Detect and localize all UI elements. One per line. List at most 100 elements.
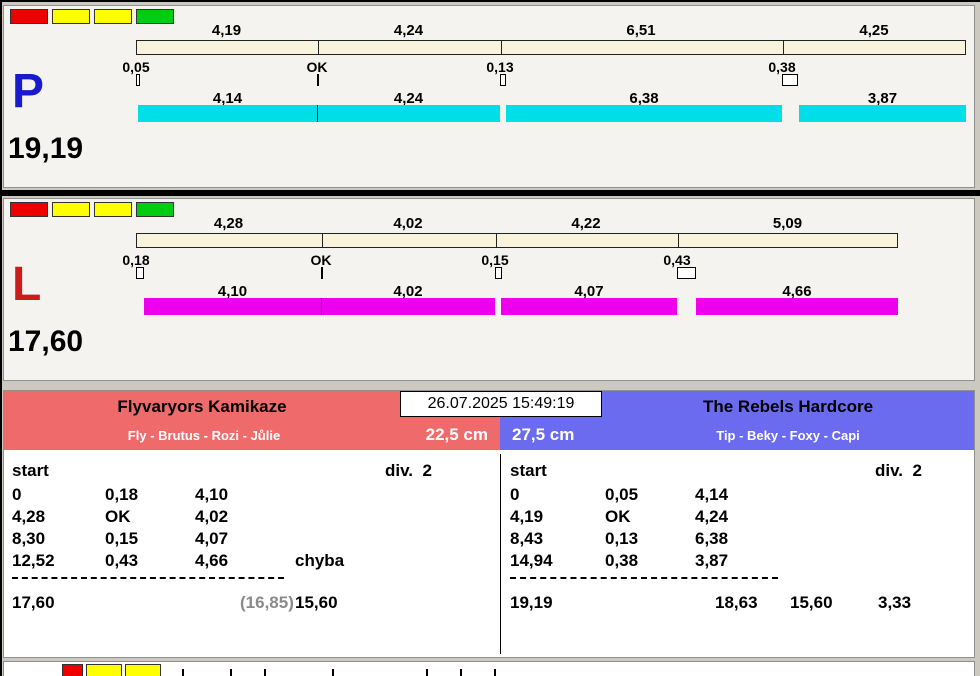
table-cell: 0,18	[105, 485, 139, 504]
timeline-tick	[182, 669, 184, 676]
lane-separator	[2, 190, 980, 196]
team-best-time: 15,60	[295, 593, 338, 612]
totals-separator	[12, 577, 284, 579]
split-timeline-bar	[136, 233, 898, 248]
table-cell: 4,66	[195, 551, 229, 570]
table-cell: 4,28	[12, 507, 46, 526]
dog-run-bar	[138, 105, 317, 122]
table-cell: 4,24	[695, 507, 729, 526]
start-light-red-icon	[10, 9, 48, 24]
start-light-red-icon	[62, 664, 83, 676]
split-time: 6,51	[626, 22, 656, 39]
change-gap-mark	[136, 267, 144, 279]
table-cell: OK	[605, 507, 631, 526]
change-gap-mark	[782, 74, 798, 86]
team-result-time: 17,60	[12, 593, 55, 612]
table-cell: 0,05	[605, 485, 639, 504]
table-cell: 0	[12, 485, 22, 504]
timeline-tick	[264, 669, 266, 676]
table-cell: 12,52	[12, 551, 55, 570]
table-cell: 0,15	[105, 529, 139, 548]
change-gap-mark	[495, 267, 502, 279]
table-cell: 4,07	[195, 529, 229, 548]
change-time: OK	[306, 59, 328, 75]
table-cell: 4,02	[195, 507, 229, 526]
start-light-yellow-icon	[94, 202, 132, 217]
table-cell: 0,43	[105, 551, 139, 570]
dog-run-bar	[317, 105, 500, 122]
team-secondary-time: 18,63	[715, 593, 758, 612]
dog-run-bar	[144, 298, 321, 315]
dog-run-bar	[696, 298, 898, 315]
dog-run-bar	[321, 298, 495, 315]
datetime-display: 26.07.2025 15:49:19	[400, 391, 602, 417]
change-time: 0,13	[486, 59, 514, 75]
change-time: 0,43	[663, 252, 691, 268]
timeline-tick	[494, 669, 496, 676]
split-divider	[496, 234, 497, 247]
split-divider	[678, 234, 679, 247]
change-gap-mark	[677, 267, 696, 279]
right-jump-height: 27,5 cm	[512, 425, 575, 444]
run-bar-divider	[321, 298, 322, 315]
lane-total-time: 17,60	[8, 325, 84, 358]
start-label: start	[510, 461, 547, 480]
team-result-time: 19,19	[510, 593, 553, 612]
table-divider	[500, 454, 501, 654]
table-cell: OK	[105, 507, 131, 526]
split-time: 4,19	[211, 22, 242, 39]
change-ok-tick	[317, 74, 319, 86]
lane-total-time: 19,19	[8, 132, 84, 165]
start-light-yellow-icon	[52, 9, 90, 24]
left-jump-height: 22,5 cm	[425, 425, 488, 444]
split-divider	[783, 41, 784, 54]
table-cell: 8,43	[510, 529, 544, 548]
start-label: start	[12, 461, 49, 480]
division-label: div. 2	[875, 461, 922, 480]
table-cell: 3,87	[695, 551, 729, 570]
change-time: OK	[310, 252, 332, 268]
timeline-tick	[460, 669, 462, 676]
dog-run-bar	[501, 298, 677, 315]
lane-letter: L	[12, 258, 42, 311]
team-best-time: 15,60	[790, 593, 833, 612]
table-cell: 6,38	[695, 529, 729, 548]
lane-l-panel: 4,28 4,02 4,22 5,09 0,18 OK 0,15 0,43 4,…	[3, 198, 975, 381]
split-time: 5,09	[772, 215, 803, 232]
change-time: 0,18	[122, 252, 150, 268]
fault-label: chyba	[295, 551, 345, 570]
flyball-timer-window: 4,19 4,24 6,51 4,25 0,05 OK 0,13 0,38 4,…	[0, 0, 980, 676]
change-time: 0,05	[122, 59, 150, 75]
table-cell: 0,13	[605, 529, 639, 548]
table-cell: 0,38	[605, 551, 639, 570]
timeline-tick	[332, 669, 334, 676]
totals-separator	[510, 577, 778, 579]
start-light-yellow-icon	[86, 664, 122, 676]
next-heat-strip	[3, 661, 975, 676]
table-cell: 4,19	[510, 507, 544, 526]
start-light-yellow-icon	[52, 202, 90, 217]
start-light-red-icon	[10, 202, 48, 217]
change-gap-mark	[500, 74, 506, 86]
table-cell: 8,30	[12, 529, 46, 548]
run-bar-divider	[317, 105, 318, 122]
change-gap-mark	[136, 74, 140, 86]
split-time: 4,02	[393, 215, 423, 232]
results-panel: Flyvaryors Kamikaze The Rebels Hardcore …	[3, 390, 975, 658]
split-divider	[501, 41, 502, 54]
team-diff-time: 3,33	[878, 593, 912, 612]
lane-p-panel: 4,19 4,24 6,51 4,25 0,05 OK 0,13 0,38 4,…	[3, 5, 975, 188]
left-team-name: Flyvaryors Kamikaze	[117, 397, 287, 416]
timeline-tick	[230, 669, 232, 676]
lane-letter: P	[12, 65, 45, 118]
start-light-yellow-icon	[94, 9, 132, 24]
split-timeline-bar	[136, 40, 966, 55]
timeline-tick	[426, 669, 428, 676]
split-time: 4,22	[571, 215, 601, 232]
division-label: div. 2	[385, 461, 432, 480]
dog-run-bar	[506, 105, 782, 122]
table-cell: 4,10	[195, 485, 229, 504]
change-time: 0,38	[768, 59, 796, 75]
table-cell: 0	[510, 485, 520, 504]
change-ok-tick	[321, 267, 323, 279]
